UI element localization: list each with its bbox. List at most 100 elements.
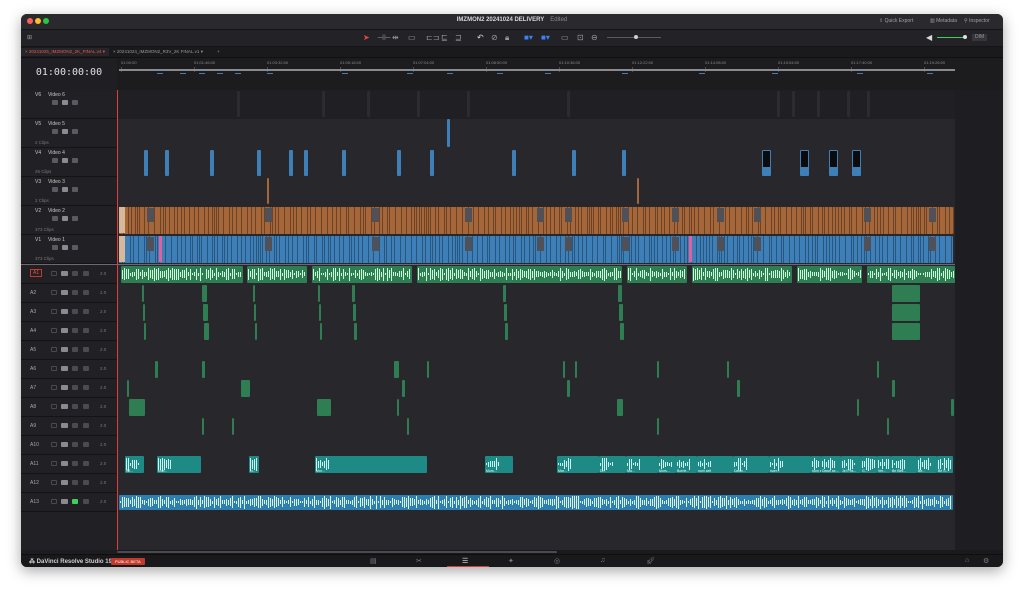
track-header-v1[interactable]: V1 Video 1 373 Clips — [21, 235, 117, 264]
audio-clip-a3[interactable] — [892, 304, 920, 321]
dynamic-trim-icon[interactable]: ⇹ — [392, 33, 399, 43]
audio-clip-a4[interactable] — [204, 323, 209, 340]
solo-button[interactable] — [72, 328, 78, 333]
audio-clip-a2[interactable] — [142, 285, 144, 302]
select-icon[interactable]: ➤ — [363, 33, 370, 43]
timecode-display[interactable]: 01:00:00:00 — [21, 58, 118, 90]
media-page-icon[interactable]: ▤ — [370, 557, 377, 565]
audio-clip-a3[interactable] — [319, 304, 321, 321]
lane-a4[interactable] — [117, 322, 955, 342]
clip-v4[interactable] — [289, 150, 293, 176]
monitor-icon[interactable] — [62, 216, 68, 221]
audio-clip-a7[interactable] — [402, 380, 405, 397]
audio-clip-a6[interactable] — [575, 361, 577, 378]
mute-button[interactable] — [83, 480, 89, 485]
track-header-a4[interactable]: A4 2.0 — [21, 322, 117, 341]
lock-icon[interactable] — [51, 347, 57, 352]
track-header-v4[interactable]: V4 Video 4 26 Clips — [21, 148, 117, 177]
flag-icon[interactable]: ■▾ — [524, 33, 533, 43]
playhead[interactable] — [117, 90, 118, 550]
clip-v6[interactable] — [237, 91, 240, 117]
solo-button[interactable] — [72, 404, 78, 409]
audio-clip-a4[interactable] — [620, 323, 624, 340]
clip-v4[interactable] — [622, 150, 626, 176]
audio-clip-a3[interactable] — [504, 304, 507, 321]
inspector-button[interactable]: ⚲ Inspector — [964, 18, 990, 24]
monitor-icon[interactable] — [61, 404, 68, 409]
audio-clip-a3[interactable] — [143, 304, 145, 321]
audio-clip-a2[interactable] — [253, 285, 255, 302]
lane-v1[interactable] — [117, 235, 955, 265]
audio-clip-a7[interactable] — [127, 380, 129, 397]
lane-a7[interactable] — [117, 379, 955, 399]
solo-button[interactable] — [72, 423, 78, 428]
color-page-icon[interactable]: ◎ — [554, 557, 560, 565]
lock-icon[interactable] — [51, 385, 57, 390]
track-header-a1[interactable]: A1 2.0 — [21, 265, 117, 284]
audio-clip-a6[interactable] — [877, 361, 879, 378]
timeline-area[interactable]: Wi... shib... ci... Mor... Mors... Mar... Dr..… — [117, 90, 955, 550]
monitor-icon[interactable] — [62, 187, 68, 192]
trim-icon[interactable]: ⊣⊢ — [377, 33, 391, 43]
audio-clip-a7[interactable] — [241, 380, 250, 397]
home-icon[interactable]: ⌂ — [965, 557, 969, 564]
zoom-full-icon[interactable]: ▭ — [561, 33, 569, 43]
clip-v4[interactable] — [512, 150, 516, 176]
lane-a8[interactable] — [117, 398, 955, 418]
lane-v4[interactable] — [117, 148, 955, 178]
lock-icon[interactable] — [52, 216, 58, 221]
lock-icon[interactable] — [52, 245, 58, 250]
track-header-a5[interactable]: A5 2.0 — [21, 341, 117, 360]
monitor-icon[interactable] — [62, 245, 68, 250]
clip-v4[interactable] — [165, 150, 169, 176]
add-tab-button[interactable]: + — [213, 48, 224, 56]
monitor-icon[interactable] — [61, 347, 68, 352]
clip-v6[interactable] — [777, 91, 780, 117]
volume-slider[interactable] — [937, 37, 963, 38]
track-header-a6[interactable]: A6 2.0 — [21, 360, 117, 379]
audio-clip-a6[interactable] — [563, 361, 565, 378]
monitor-icon[interactable] — [61, 423, 68, 428]
audio-clip-a2[interactable] — [202, 285, 207, 302]
monitor-icon[interactable] — [61, 442, 68, 447]
track-header-v5[interactable]: V5 Video 52 Clips — [21, 119, 117, 148]
linked-selection-icon[interactable]: ⊘ — [491, 33, 498, 43]
lock-icon[interactable] — [52, 187, 58, 192]
auto-select-icon[interactable] — [72, 158, 78, 163]
track-header-v3[interactable]: V3 Video 32 Clips — [21, 177, 117, 206]
dim-button[interactable]: DIM — [972, 34, 988, 41]
lane-a11[interactable]: Wi... shib... ci... Mor... Mors... Mar... Dr..… — [117, 455, 955, 475]
monitor-icon[interactable] — [61, 480, 68, 485]
lock-icon[interactable] — [51, 290, 57, 295]
solo-button[interactable] — [72, 461, 78, 466]
monitor-icon[interactable] — [61, 461, 68, 466]
audio-clip-a8[interactable] — [617, 399, 623, 416]
lock-icon[interactable] — [52, 100, 58, 105]
track-header-a13[interactable]: A13 2.0 — [21, 493, 117, 512]
volume-slider-knob[interactable] — [963, 35, 967, 39]
lock-icon[interactable] — [51, 461, 57, 466]
clip-v4[interactable] — [397, 150, 401, 176]
monitor-icon[interactable] — [61, 328, 68, 333]
track-header-a2[interactable]: A2 2.0 — [21, 284, 117, 303]
audio-clip-a9[interactable] — [232, 418, 234, 435]
mute-button[interactable] — [83, 290, 89, 295]
volume-icon[interactable]: ◀︎ — [926, 33, 932, 43]
lock-icon[interactable] — [51, 309, 57, 314]
audio-clip-a2[interactable] — [318, 285, 320, 302]
audio-clip-a7[interactable] — [892, 380, 895, 397]
mute-button[interactable] — [83, 347, 89, 352]
audio-clip-a3[interactable] — [203, 304, 208, 321]
track-header-v6[interactable]: V6 Video 6 — [21, 90, 117, 119]
lock-icon[interactable] — [51, 328, 57, 333]
mute-button[interactable] — [83, 442, 89, 447]
track-header-v2[interactable]: V2 Video 2 373 Clips — [21, 206, 117, 235]
track-header-a8[interactable]: A8 2.0 — [21, 398, 117, 417]
monitor-icon[interactable] — [61, 366, 68, 371]
quick-export-button[interactable]: ⇪ Quick Export — [879, 18, 913, 24]
lock-icon[interactable] — [51, 480, 57, 485]
position-lock-icon[interactable]: 🔒︎ — [505, 33, 509, 43]
clip-v4[interactable] — [572, 150, 576, 176]
lane-a2[interactable] — [117, 284, 955, 304]
audio-clip-a3[interactable] — [619, 304, 623, 321]
